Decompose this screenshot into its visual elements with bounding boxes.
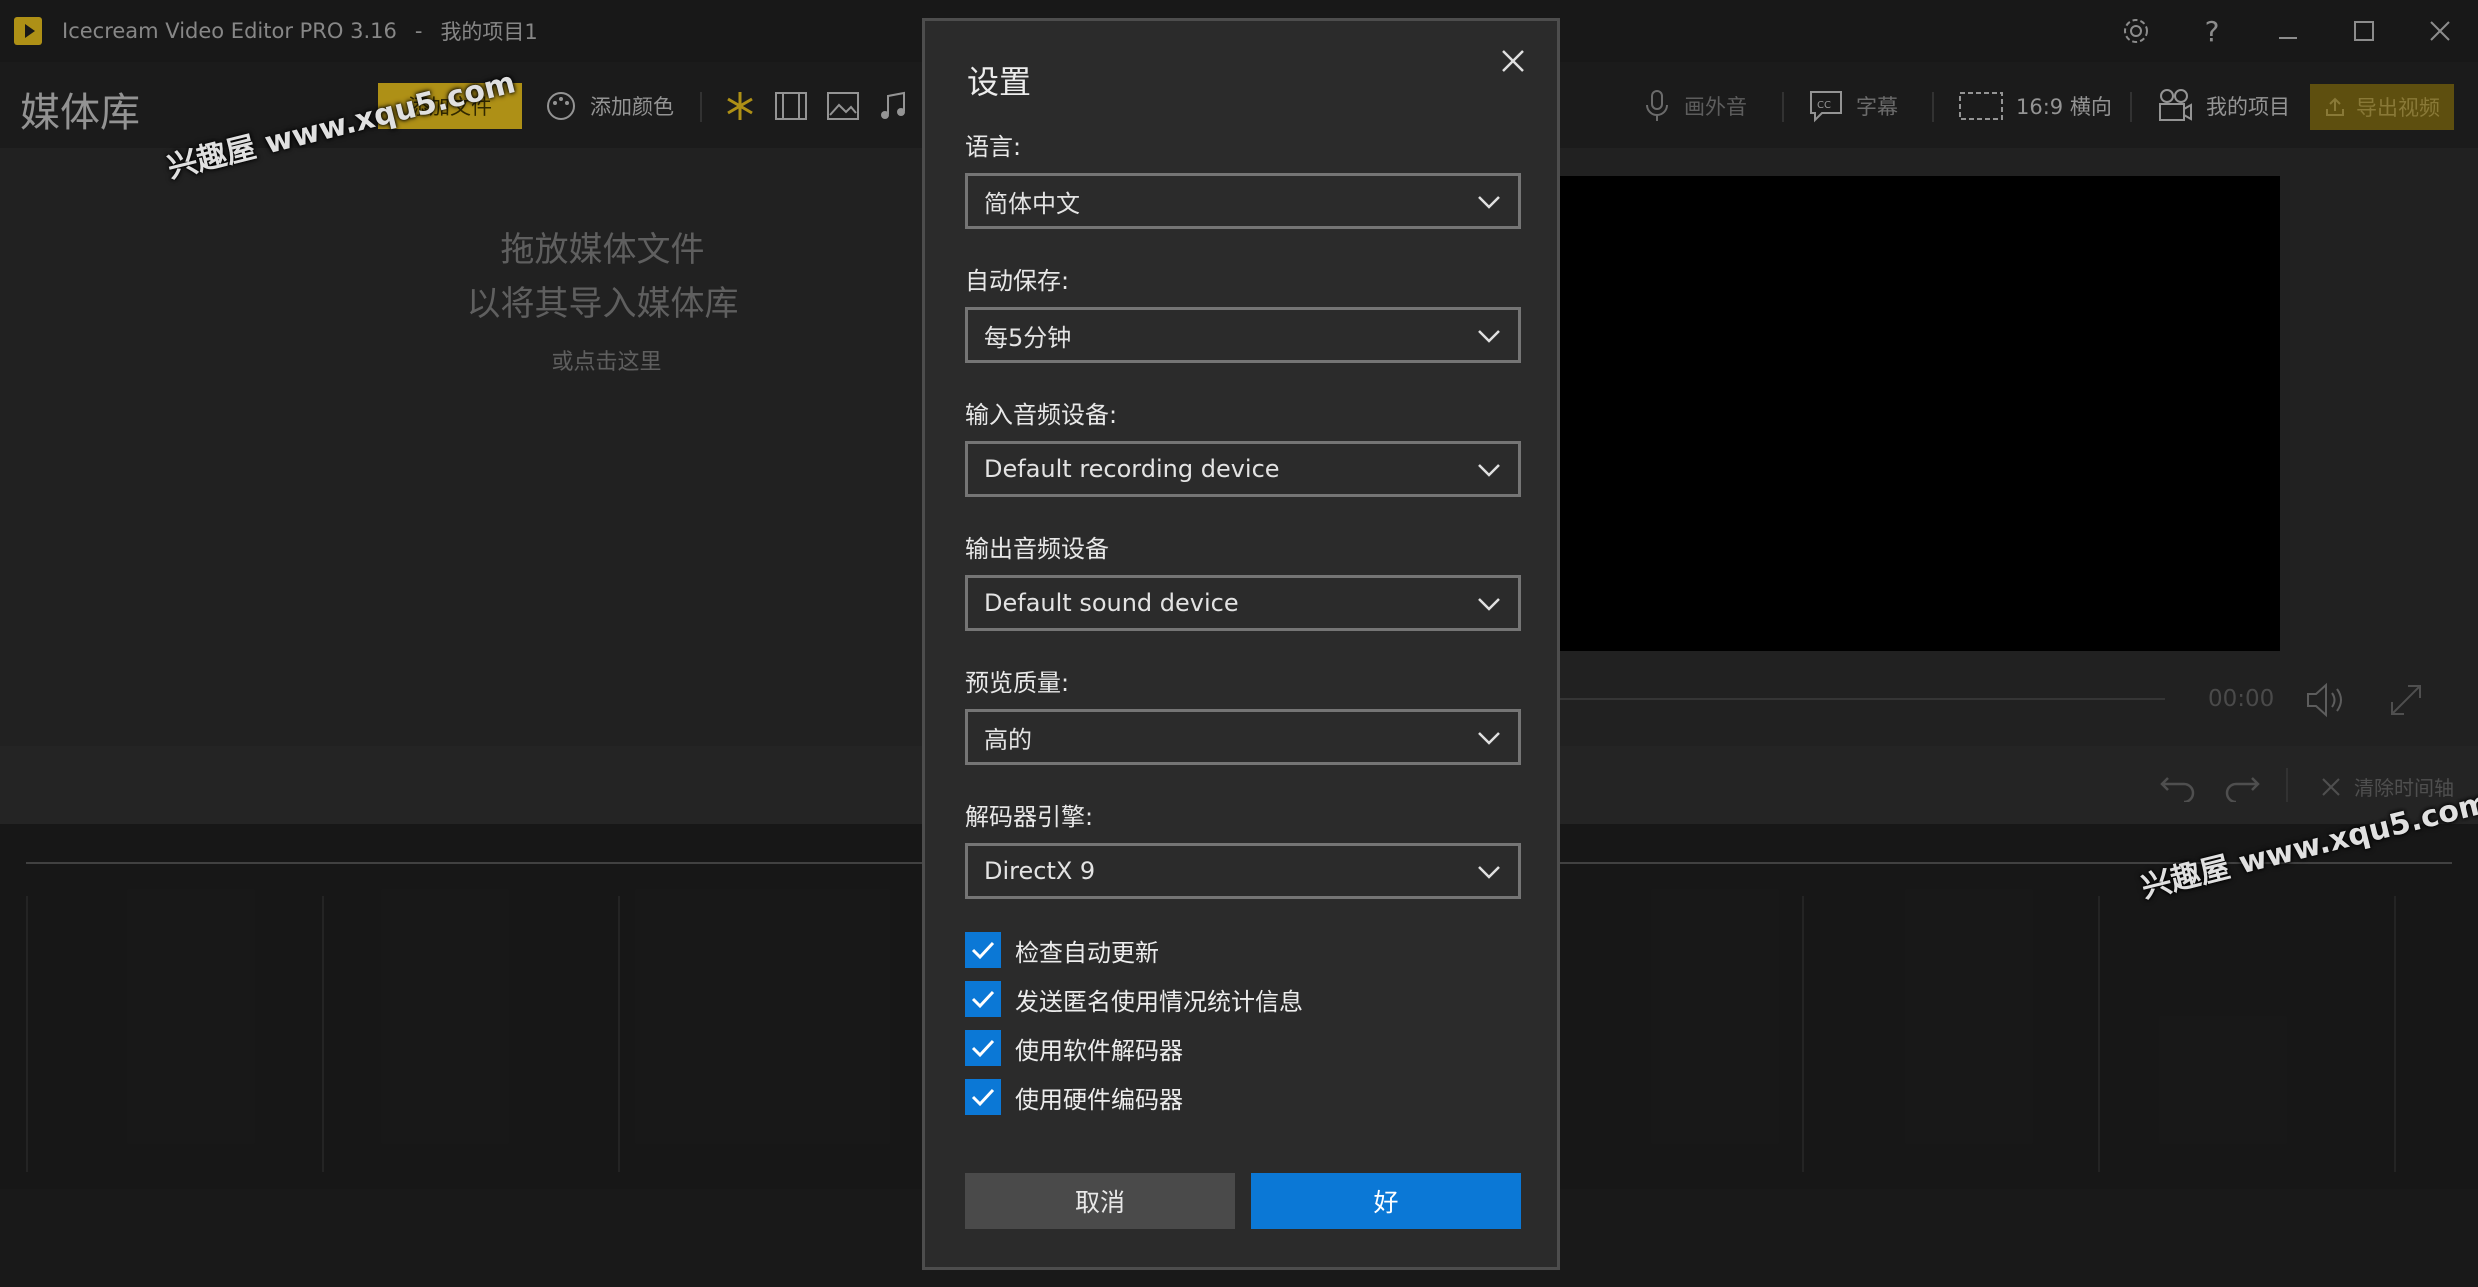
checkbox-software-decoder[interactable]: 使用软件解码器 — [965, 1029, 1183, 1067]
checkbox-anonymous-stats[interactable]: 发送匿名使用情况统计信息 — [965, 980, 1303, 1018]
chevron-down-icon — [1478, 330, 1500, 343]
anonymous-stats-label: 发送匿名使用情况统计信息 — [1015, 987, 1303, 1016]
autosave-label: 自动保存: — [965, 267, 1070, 295]
chevron-down-icon — [1478, 464, 1500, 477]
preview-quality-select[interactable]: 高的 — [965, 709, 1521, 765]
decoder-engine-select[interactable]: DirectX 9 — [965, 843, 1521, 899]
settings-dialog: 设置 语言: 简体中文 自动保存: 每5分钟 输入音频设备: Default r… — [922, 18, 1560, 1270]
language-select[interactable]: 简体中文 — [965, 173, 1521, 229]
preview-quality-label: 预览质量: — [965, 669, 1070, 697]
output-audio-select[interactable]: Default sound device — [965, 575, 1521, 631]
checkbox-auto-update[interactable]: 检查自动更新 — [965, 931, 1159, 969]
chevron-down-icon — [1478, 866, 1500, 879]
chevron-down-icon — [1478, 598, 1500, 611]
input-audio-value: Default recording device — [984, 455, 1280, 483]
language-value: 简体中文 — [984, 189, 1080, 218]
autosave-select[interactable]: 每5分钟 — [965, 307, 1521, 363]
input-audio-label: 输入音频设备: — [965, 401, 1118, 429]
checkmark-icon[interactable] — [965, 1030, 1001, 1066]
decoder-engine-value: DirectX 9 — [984, 857, 1096, 885]
chevron-down-icon — [1478, 732, 1500, 745]
hardware-encoder-label: 使用硬件编码器 — [1015, 1085, 1183, 1114]
input-audio-select[interactable]: Default recording device — [965, 441, 1521, 497]
language-label: 语言: — [965, 133, 1022, 161]
preview-quality-value: 高的 — [984, 725, 1032, 754]
output-audio-label: 输出音频设备 — [965, 535, 1109, 563]
output-audio-value: Default sound device — [984, 589, 1239, 617]
cancel-button[interactable]: 取消 — [965, 1173, 1235, 1229]
decoder-engine-label: 解码器引擎: — [965, 803, 1094, 831]
auto-update-label: 检查自动更新 — [1015, 938, 1159, 967]
chevron-down-icon — [1478, 196, 1500, 209]
autosave-value: 每5分钟 — [984, 323, 1072, 352]
checkmark-icon[interactable] — [965, 981, 1001, 1017]
software-decoder-label: 使用软件解码器 — [1015, 1036, 1183, 1065]
checkmark-icon[interactable] — [965, 932, 1001, 968]
checkmark-icon[interactable] — [965, 1079, 1001, 1115]
dialog-close-icon[interactable] — [1493, 41, 1533, 81]
dialog-title: 设置 — [967, 63, 1032, 101]
checkbox-hardware-encoder[interactable]: 使用硬件编码器 — [965, 1078, 1183, 1116]
ok-button[interactable]: 好 — [1251, 1173, 1521, 1229]
